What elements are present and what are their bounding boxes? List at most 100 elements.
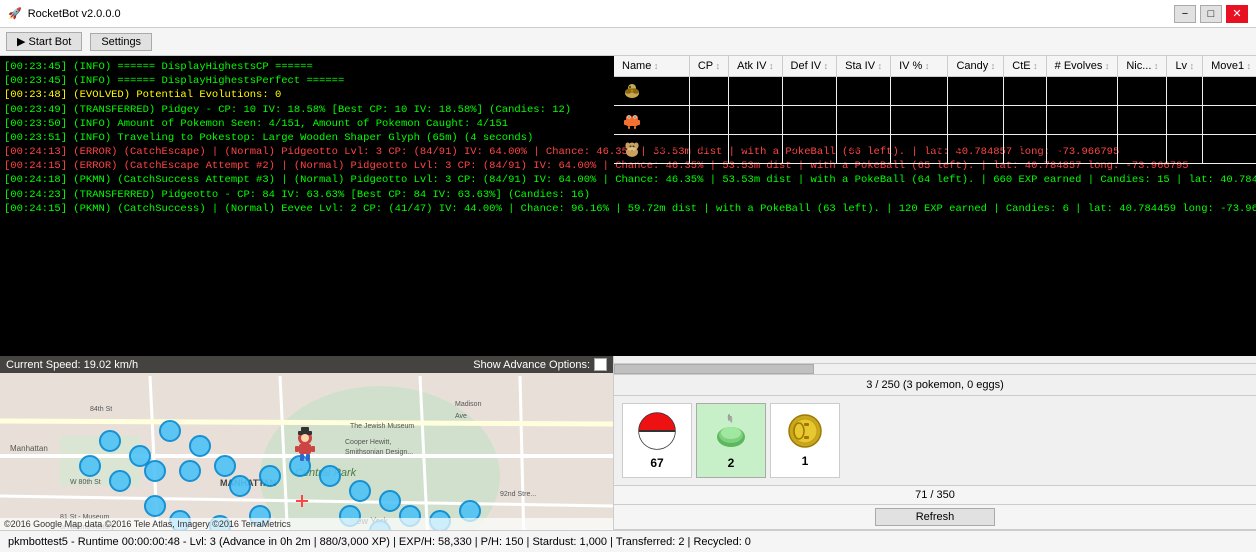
table-row[interactable]: Eevee141451580.00 %32501TackleF (614, 135, 1256, 164)
pokemon-table-body: Pidgey1041319.00 %111201TackleFKrabby111… (614, 77, 1256, 164)
pokemon-atk-iv: 14 (729, 135, 782, 164)
table-header---evolves[interactable]: # Evolves (1046, 56, 1118, 77)
storage-info: 3 / 250 (3 pokemon, 0 eggs) (614, 375, 1256, 396)
log-container: [00:23:45] (INFO) ====== DisplayHighests… (0, 56, 613, 356)
map-svg: Manhattan 84th St MANHATTAN The Jewish M… (0, 376, 613, 530)
pokemon-move1: MudSh (1203, 106, 1256, 135)
table-header-iv--[interactable]: IV % (891, 56, 948, 77)
pokemon-nick (1118, 77, 1167, 106)
pokemon-table-area[interactable]: NameCPAtk IVDef IVSta IVIV %CandyCtE# Ev… (614, 56, 1256, 363)
table-row[interactable]: Krabby1115131494.00 %75001MudSh (614, 106, 1256, 135)
pokemon-evolves: 0 (1046, 77, 1118, 106)
right-panel: NameCPAtk IVDef IVSta IVIV %CandyCtE# Ev… (614, 56, 1256, 530)
maximize-button[interactable]: □ (1200, 5, 1222, 23)
item-count-pokeball: 67 (650, 456, 663, 470)
pokemon-name: Pidgey (646, 85, 680, 97)
minimize-button[interactable]: − (1174, 5, 1196, 23)
stardust-bar: 71 / 350 (614, 486, 1256, 505)
pokemon-table-header: NameCPAtk IVDef IVSta IVIV %CandyCtE# Ev… (614, 56, 1256, 77)
incense-icon (711, 411, 751, 454)
pokemon-cte: 12 (1004, 77, 1046, 106)
table-header-lv[interactable]: Lv (1167, 56, 1203, 77)
main-area: [00:23:45] (INFO) ====== DisplayHighests… (0, 56, 1256, 530)
svg-text:Smithsonian Design...: Smithsonian Design... (345, 449, 413, 456)
pokemon-evolves: 0 (1046, 135, 1118, 164)
table-header-move1[interactable]: Move1 (1203, 56, 1256, 77)
left-panel: [00:23:45] (INFO) ====== DisplayHighests… (0, 56, 614, 530)
pokemon-lv: 1 (1167, 77, 1203, 106)
toolbar: ▶ Start Bot Settings (0, 28, 1256, 56)
pokemon-nick (1118, 135, 1167, 164)
pokemon-sta-iv: 14 (837, 106, 891, 135)
show-advance-options: Show Advance Options: (473, 358, 607, 371)
titlebar-left: 🚀 RocketBot v2.0.0.0 (8, 7, 121, 20)
status-bar: pkmbottest5 - Runtime 00:00:00:48 - Lvl:… (0, 530, 1256, 552)
pokemon-name: Eevee (646, 143, 677, 155)
pokemon-atk-iv: 4 (729, 77, 782, 106)
table-header-candy[interactable]: Candy (948, 56, 1004, 77)
svg-text:Cooper Hewitt,: Cooper Hewitt, (345, 439, 391, 446)
pokemon-name-cell: Eevee (614, 135, 689, 164)
refresh-button-area: Refresh (614, 505, 1256, 530)
pokemon-cp: 10 (689, 77, 728, 106)
pokemon-evolves: 0 (1046, 106, 1118, 135)
pokemon-cte: 25 (1004, 135, 1046, 164)
table-header-nic---[interactable]: Nic... (1118, 56, 1167, 77)
table-header-cp[interactable]: CP (689, 56, 728, 77)
pokemon-storage-label: 3 / 250 (3 pokemon, 0 eggs) (866, 379, 1004, 391)
pokemon-def-iv: 1 (782, 77, 837, 106)
pokemon-name-cell: Krabby (614, 106, 689, 135)
pokemon-cp: 11 (689, 106, 728, 135)
pokemon-iv-pct: 94.00 % (891, 106, 948, 135)
table-header-sta-iv[interactable]: Sta IV (837, 56, 891, 77)
titlebar-controls: − □ ✕ (1174, 5, 1248, 23)
item-slot-incense[interactable]: 2 (696, 403, 766, 478)
stardust-label: 71 / 350 (915, 489, 955, 501)
map-attribution: ©2016 Google Map data ©2016 Tele Atlas, … (0, 518, 613, 530)
svg-text:Ave: Ave (455, 413, 467, 420)
items-bar: 67 2 1 (614, 396, 1256, 486)
pokemon-iv-pct: 19.00 % (891, 77, 948, 106)
svg-text:Madison: Madison (455, 401, 482, 408)
advance-options-label: Show Advance Options: (473, 359, 590, 371)
pokemon-lv: 1 (1167, 135, 1203, 164)
status-text: pkmbottest5 - Runtime 00:00:00:48 - Lvl:… (8, 536, 751, 548)
table-header-def-iv[interactable]: Def IV (782, 56, 837, 77)
table-header-cte[interactable]: CtE (1004, 56, 1046, 77)
start-bot-button[interactable]: ▶ Start Bot (6, 32, 82, 51)
item-slot-coin[interactable]: 1 (770, 403, 840, 478)
pokemon-table: NameCPAtk IVDef IVSta IVIV %CandyCtE# Ev… (614, 56, 1256, 164)
pokemon-sta-iv: 15 (837, 135, 891, 164)
pokemon-cte: 50 (1004, 106, 1046, 135)
close-button[interactable]: ✕ (1226, 5, 1248, 23)
pokemon-name-cell: Pidgey (614, 77, 689, 106)
pokemon-lv: 1 (1167, 106, 1203, 135)
speed-bar: Current Speed: 19.02 km/h Show Advance O… (0, 356, 613, 373)
table-horizontal-scrollbar[interactable] (614, 363, 1256, 375)
svg-text:The Jewish Museum: The Jewish Museum (350, 423, 414, 430)
table-header-atk-iv[interactable]: Atk IV (729, 56, 782, 77)
pokemon-candy: 11 (948, 77, 1004, 106)
pokemon-atk-iv: 15 (729, 106, 782, 135)
svg-text:84th St: 84th St (90, 406, 112, 413)
app-icon: 🚀 (8, 7, 22, 20)
table-scrollbar-thumb[interactable] (614, 364, 814, 374)
item-slot-pokeball[interactable]: 67 (622, 403, 692, 478)
settings-button[interactable]: Settings (90, 33, 152, 51)
pokemon-def-iv: 13 (782, 106, 837, 135)
speed-label: Current Speed: 19.02 km/h (6, 359, 138, 371)
pokemon-name: Krabby (646, 114, 681, 126)
pokemon-nick (1118, 106, 1167, 135)
pokemon-move1: TackleF (1203, 135, 1256, 164)
svg-text:Manhattan: Manhattan (10, 444, 48, 453)
refresh-button[interactable]: Refresh (875, 508, 996, 526)
pokemon-def-iv: 5 (782, 135, 837, 164)
map-area[interactable]: Current Speed: 19.02 km/h Show Advance O… (0, 356, 613, 530)
advance-options-checkbox[interactable] (594, 358, 607, 371)
table-row[interactable]: Pidgey1041319.00 %111201TackleF (614, 77, 1256, 106)
table-header-name[interactable]: Name (614, 56, 689, 77)
pokemon-move1: TackleF (1203, 77, 1256, 106)
coin-icon (787, 413, 823, 452)
pokemon-sta-iv: 3 (837, 77, 891, 106)
svg-text:92nd Stre...: 92nd Stre... (500, 491, 536, 498)
